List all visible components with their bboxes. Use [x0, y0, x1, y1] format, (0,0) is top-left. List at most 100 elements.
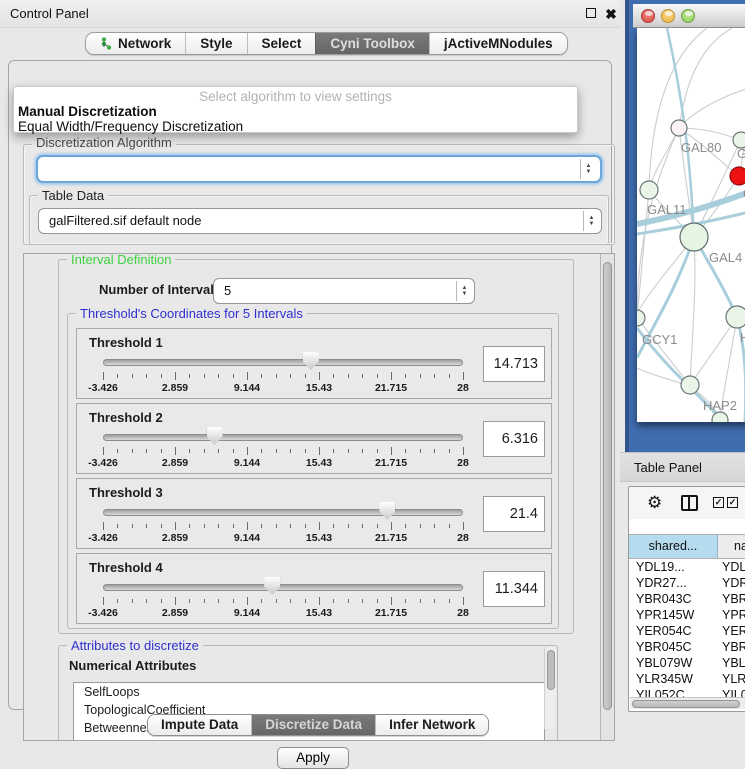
control-panel-title: Control Panel [10, 0, 89, 28]
threshold-slider-handle[interactable] [264, 577, 280, 595]
settings-vertical-scrollbar[interactable] [600, 254, 614, 740]
thresholds-group: Threshold's Coordinates for 5 Intervals … [67, 313, 559, 629]
number-of-intervals-value: 5 [224, 279, 231, 303]
float-panel-icon[interactable] [584, 7, 598, 21]
threshold-slider-handle[interactable] [379, 502, 395, 520]
minimize-traffic-light[interactable] [661, 9, 675, 23]
algorithm-option-equal-width[interactable]: Equal Width/Frequency Discretization [18, 119, 243, 134]
table-row[interactable]: YBR045CYBR0 [629, 639, 745, 655]
network-window-titlebar[interactable] [633, 4, 745, 28]
attributes-list-scrollbar[interactable] [544, 647, 556, 729]
cell-name: YBL0 [718, 655, 745, 671]
cell-shared-name: YER054C [629, 623, 718, 639]
node-gal80[interactable] [671, 120, 687, 136]
tab-label: jActiveMNodules [444, 36, 553, 51]
slider-scale-labels: -3.4262.8599.14415.4321.71528 [103, 382, 463, 395]
threshold-value-field[interactable]: 14.713 [483, 346, 545, 382]
table-data-title: Table Data [38, 188, 108, 203]
table-header-row: shared... na [629, 534, 745, 559]
tab-discretize-data[interactable]: Discretize Data [251, 715, 375, 735]
threshold-label: Threshold 2 [89, 410, 163, 425]
slider-ticks [103, 522, 463, 531]
threshold-slider-track[interactable] [103, 359, 463, 366]
node-hap2[interactable] [681, 376, 699, 394]
table-data-group: Table Data galFiltered.sif default node … [29, 195, 609, 245]
node-label: H [740, 330, 745, 345]
combo-arrows-icon: ▲▼ [456, 281, 472, 301]
interval-definition-title: Interval Definition [67, 253, 175, 267]
threshold-value-field[interactable]: 6.316 [483, 421, 545, 457]
number-of-intervals-combobox[interactable]: 5 ▲▼ [213, 278, 475, 304]
algorithm-option-manual[interactable]: Manual Discretization [18, 104, 157, 119]
algorithm-prompt-item[interactable]: Select algorithm to view settings [14, 89, 577, 104]
columns-icon[interactable] [681, 495, 698, 511]
network-edge[interactable] [679, 28, 732, 128]
tab-jactivemnodules[interactable]: jActiveMNodules [429, 33, 567, 54]
table-row[interactable]: YBR043CYBR0 [629, 591, 745, 607]
tab-infer-network[interactable]: Infer Network [375, 715, 488, 735]
tab-cyni-toolbox[interactable]: Cyni Toolbox [315, 33, 429, 54]
network-edge[interactable] [690, 237, 695, 385]
threshold-value-field[interactable]: 21.4 [483, 496, 545, 532]
network-canvas[interactable]: GAL80GCGAL11GAL4GCY1HHAP2 [637, 28, 745, 422]
tab-style[interactable]: Style [185, 33, 246, 54]
node-bottom[interactable] [712, 412, 728, 422]
close-traffic-light[interactable] [641, 9, 655, 23]
zoom-traffic-light[interactable] [681, 9, 695, 23]
network-edge[interactable] [637, 318, 690, 385]
slider-ticks [103, 372, 463, 381]
table-row[interactable]: YLR345WYLR3 [629, 671, 745, 687]
close-panel-icon[interactable]: ✖ [604, 7, 618, 21]
node-label: HAP2 [703, 398, 737, 413]
numerical-attributes-label: Numerical Attributes [69, 658, 196, 673]
apply-button[interactable]: Apply [277, 747, 349, 769]
node-label: GAL11 [647, 202, 687, 217]
bottom-tabbar: Impute DataDiscretize DataInfer Network [147, 714, 489, 736]
table-row[interactable]: YDR27...YDR2 [629, 575, 745, 591]
thresholds-group-title: Threshold's Coordinates for 5 Intervals [76, 306, 307, 321]
algorithm-combobox[interactable]: ▲▼ [36, 155, 602, 183]
cell-shared-name: YBR045C [629, 639, 718, 655]
table-horizontal-scrollbar[interactable] [630, 697, 745, 709]
network-edge[interactable] [649, 28, 707, 190]
interval-definition-group: Interval Definition Number of Intervals … [58, 259, 574, 634]
threshold-value-field[interactable]: 11.344 [483, 571, 545, 607]
attribute-item[interactable]: SelfLoops [74, 683, 544, 701]
discretization-algorithm-title: Discretization Algorithm [32, 135, 176, 150]
threshold-label: Threshold 4 [89, 560, 163, 575]
node-gal11[interactable] [640, 181, 658, 199]
tab-label: Select [262, 36, 302, 51]
network-graph: GAL80GCGAL11GAL4GCY1HHAP2 [637, 28, 745, 422]
threshold-slider-track[interactable] [103, 434, 463, 441]
gear-icon[interactable]: ⚙ [647, 493, 662, 513]
threshold-slider-handle[interactable] [207, 427, 223, 445]
node-h[interactable] [726, 306, 745, 328]
threshold-slider-track[interactable] [103, 509, 463, 516]
checkbox-icon[interactable]: ✓ [713, 497, 724, 508]
checkbox-icon[interactable]: ✓ [727, 497, 738, 508]
tab-network[interactable]: Network [86, 33, 185, 54]
threshold-slider-handle[interactable] [303, 352, 319, 370]
table-row[interactable]: YBL079WYBL0 [629, 655, 745, 671]
table-row[interactable]: YPR145WYPR1 [629, 607, 745, 623]
cell-name: YER0 [718, 623, 745, 639]
tab-impute-data[interactable]: Impute Data [148, 715, 251, 735]
network-edge[interactable] [679, 88, 745, 128]
table-row[interactable]: YDL19...YDL1 [629, 559, 745, 575]
table-row[interactable]: YER054CYER0 [629, 623, 745, 639]
column-header-name[interactable]: na [718, 535, 745, 558]
tab-select[interactable]: Select [247, 33, 316, 54]
cell-shared-name: YBR043C [629, 591, 718, 607]
table-panel-titlebar: Table Panel [620, 452, 745, 482]
network-tab-icon [100, 35, 113, 48]
threshold-label: Threshold 1 [89, 335, 163, 350]
column-header-shared-name[interactable]: shared... [629, 535, 718, 558]
threshold-panel-1: Threshold 1 -3.4262.8599.14415.4321.71528… [76, 328, 552, 399]
node-gcy1[interactable] [637, 310, 645, 326]
table-data-combobox[interactable]: galFiltered.sif default node ▲▼ [38, 208, 602, 234]
cell-name: YLR3 [718, 671, 745, 687]
network-edge[interactable] [690, 317, 737, 385]
threshold-slider-track[interactable] [103, 584, 463, 591]
node-gal4[interactable] [680, 223, 708, 251]
node-red[interactable] [730, 167, 745, 185]
